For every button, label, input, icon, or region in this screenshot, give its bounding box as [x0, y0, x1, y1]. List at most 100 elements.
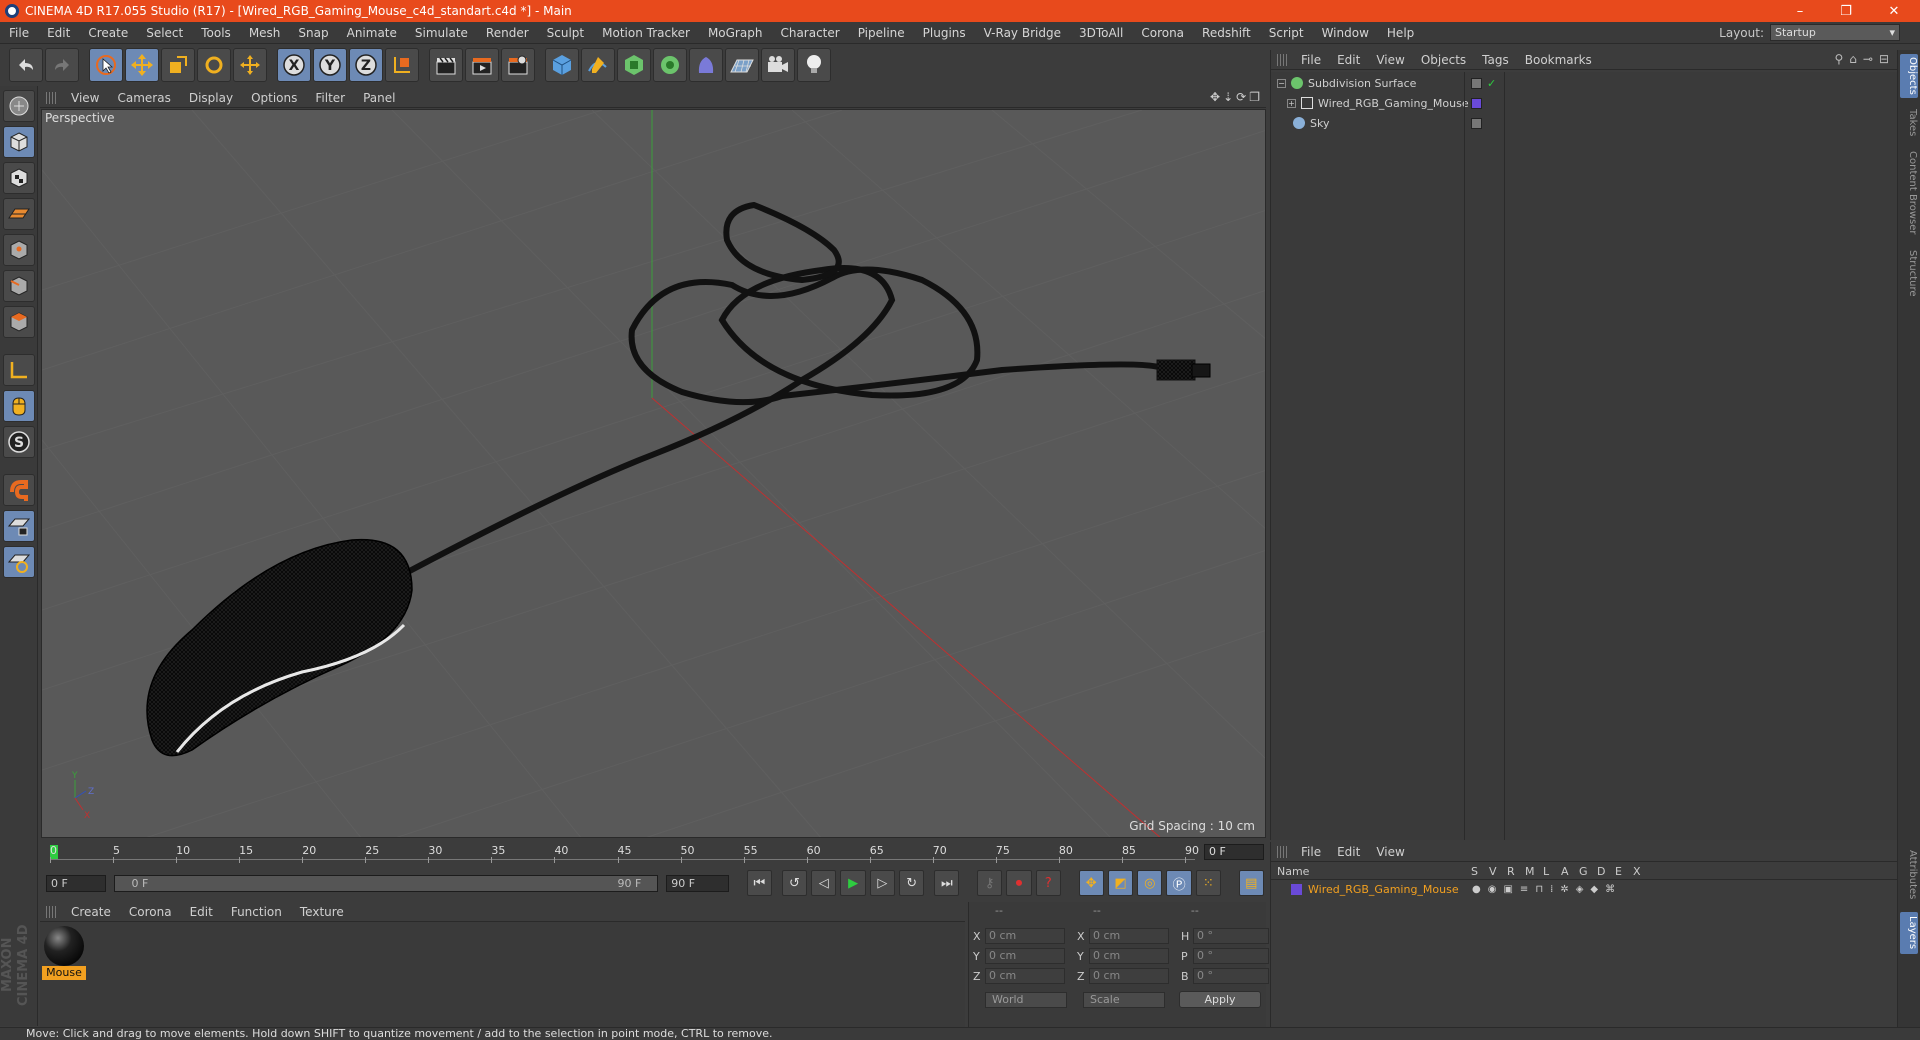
timeline-window-button[interactable]: ▤	[1238, 870, 1264, 896]
menu-tools[interactable]: Tools	[192, 26, 240, 40]
menu-snap[interactable]: Snap	[289, 26, 337, 40]
tweak-mode-button[interactable]	[3, 390, 35, 422]
camera-button[interactable]	[761, 48, 795, 82]
size-z-field[interactable]: 0 cm	[1089, 968, 1169, 984]
record-keys-disabled-button[interactable]: ⚷	[977, 870, 1003, 896]
material-menu-texture[interactable]: Texture	[291, 905, 353, 919]
floor-button[interactable]	[725, 48, 759, 82]
collapse-toggle-icon[interactable]: −	[1277, 78, 1286, 88]
viewport-menu-filter[interactable]: Filter	[306, 91, 354, 105]
previous-key-button[interactable]: ↺	[781, 870, 808, 896]
go-to-start-button[interactable]: ⏮	[746, 870, 773, 896]
texture-mode-button[interactable]	[3, 162, 35, 194]
viewport-menu-display[interactable]: Display	[180, 91, 242, 105]
generator-icon[interactable]: ✲	[1560, 884, 1568, 895]
tab-takes[interactable]: Takes	[1900, 106, 1918, 140]
menu-render[interactable]: Render	[477, 26, 538, 40]
next-frame-button[interactable]: ▷	[869, 870, 896, 896]
pan-icon[interactable]: ✥	[1210, 90, 1220, 104]
menu-redshift[interactable]: Redshift	[1193, 26, 1260, 40]
autokeying-button[interactable]: ?	[1035, 870, 1061, 896]
menu-help[interactable]: Help	[1378, 26, 1423, 40]
tab-attributes[interactable]: Attributes	[1900, 846, 1918, 904]
menu-mograph[interactable]: MoGraph	[699, 26, 772, 40]
apply-button[interactable]: Apply	[1179, 991, 1261, 1008]
material-menu-edit[interactable]: Edit	[181, 905, 222, 919]
rot-b-field[interactable]: 0 °	[1193, 968, 1269, 984]
make-editable-button[interactable]	[3, 90, 35, 122]
object-row-mouse[interactable]: + Wired_RGB_Gaming_Mouse	[1271, 94, 1897, 112]
render-view-button[interactable]	[429, 48, 463, 82]
menu-character[interactable]: Character	[771, 26, 848, 40]
dolly-icon[interactable]: ⇣	[1223, 90, 1233, 104]
material-swatch[interactable]: Mouse	[42, 926, 86, 980]
cube-primitive-button[interactable]	[545, 48, 579, 82]
light-button[interactable]	[797, 48, 831, 82]
pos-y-field[interactable]: 0 cm	[985, 948, 1065, 964]
edge-mode-button[interactable]	[3, 270, 35, 302]
pen-spline-button[interactable]	[581, 48, 615, 82]
search-icon[interactable]: ⚲	[1834, 52, 1843, 66]
menu-animate[interactable]: Animate	[338, 26, 406, 40]
render-icon[interactable]: ▣	[1503, 884, 1512, 895]
enable-snap-button[interactable]	[3, 474, 35, 506]
recent-tool-button[interactable]	[233, 48, 267, 82]
om-menu-file[interactable]: File	[1293, 53, 1329, 67]
cloner-button[interactable]	[653, 48, 687, 82]
pos-z-field[interactable]: 0 cm	[985, 968, 1065, 984]
lm-menu-file[interactable]: File	[1293, 845, 1329, 859]
key-scale-button[interactable]: ◩	[1107, 870, 1134, 896]
close-button[interactable]: ✕	[1874, 0, 1914, 22]
material-menu-corona[interactable]: Corona	[120, 905, 181, 919]
tab-objects[interactable]: Objects	[1900, 54, 1918, 98]
undo-button[interactable]	[9, 48, 43, 82]
menu-create[interactable]: Create	[79, 26, 137, 40]
xref-icon[interactable]: ⌘	[1605, 884, 1615, 895]
move-button[interactable]	[125, 48, 159, 82]
key-rotation-button[interactable]: ◎	[1137, 870, 1163, 896]
expression-icon[interactable]: ◆	[1590, 884, 1598, 895]
editor-visibility-icon[interactable]	[1471, 117, 1482, 129]
start-frame-field[interactable]: 0 F	[46, 874, 107, 892]
om-menu-edit[interactable]: Edit	[1329, 53, 1368, 67]
coordinate-space-dropdown[interactable]: World	[985, 992, 1067, 1008]
enabled-check-icon[interactable]: ✓	[1487, 77, 1496, 90]
animation-icon[interactable]: ⁞	[1550, 884, 1553, 895]
maximize-view-icon[interactable]: ❐	[1249, 90, 1260, 104]
solo-dot-icon[interactable]: ●	[1472, 884, 1481, 895]
menu-edit[interactable]: Edit	[38, 26, 79, 40]
frame-range-slider[interactable]: 0 F 90 F	[114, 874, 659, 892]
menu-3dtoall[interactable]: 3DToAll	[1070, 26, 1132, 40]
manager-icon[interactable]: ≡	[1520, 884, 1528, 895]
tab-content-browser[interactable]: Content Browser	[1900, 148, 1918, 238]
key-position-button[interactable]: ✥	[1078, 870, 1104, 896]
menu-simulate[interactable]: Simulate	[406, 26, 477, 40]
x-axis-lock-button[interactable]: X	[277, 48, 311, 82]
timeline-track[interactable]: 0 5 10 15 20 25 30 35 40 45 50 55 60 65 70 75 80 85 90	[50, 844, 1199, 863]
tab-layers[interactable]: Layers	[1900, 912, 1918, 954]
eye-icon[interactable]: ◉	[1488, 884, 1497, 895]
menu-sculpt[interactable]: Sculpt	[538, 26, 593, 40]
deformer-button[interactable]	[689, 48, 723, 82]
rot-h-field[interactable]: 0 °	[1193, 928, 1269, 944]
subdivision-surface-button[interactable]	[617, 48, 651, 82]
object-row-sky[interactable]: Sky	[1271, 114, 1897, 132]
viewport-menu-options[interactable]: Options	[242, 91, 306, 105]
om-menu-bookmarks[interactable]: Bookmarks	[1517, 53, 1600, 67]
material-menu-create[interactable]: Create	[62, 905, 120, 919]
pos-x-field[interactable]: 0 cm	[985, 928, 1065, 944]
object-row-subdivision[interactable]: − Subdivision Surface ✓	[1271, 74, 1897, 92]
menu-pipeline[interactable]: Pipeline	[849, 26, 914, 40]
minimize-button[interactable]: –	[1780, 0, 1820, 22]
polygon-mode-button[interactable]	[3, 306, 35, 338]
link-icon[interactable]: ⊸	[1863, 52, 1873, 66]
om-menu-view[interactable]: View	[1368, 53, 1412, 67]
point-mode-button[interactable]	[3, 234, 35, 266]
current-frame-field[interactable]: 0 F	[1204, 844, 1264, 860]
model-mode-button[interactable]	[3, 126, 35, 158]
menu-plugins[interactable]: Plugins	[914, 26, 975, 40]
layer-row[interactable]: Wired_RGB_Gaming_Mouse ● ◉ ▣ ≡ ⊓ ⁞ ✲ ◈ ◆…	[1271, 880, 1897, 898]
menu-script[interactable]: Script	[1260, 26, 1313, 40]
size-y-field[interactable]: 0 cm	[1089, 948, 1169, 964]
layer-color-swatch[interactable]	[1291, 883, 1302, 895]
